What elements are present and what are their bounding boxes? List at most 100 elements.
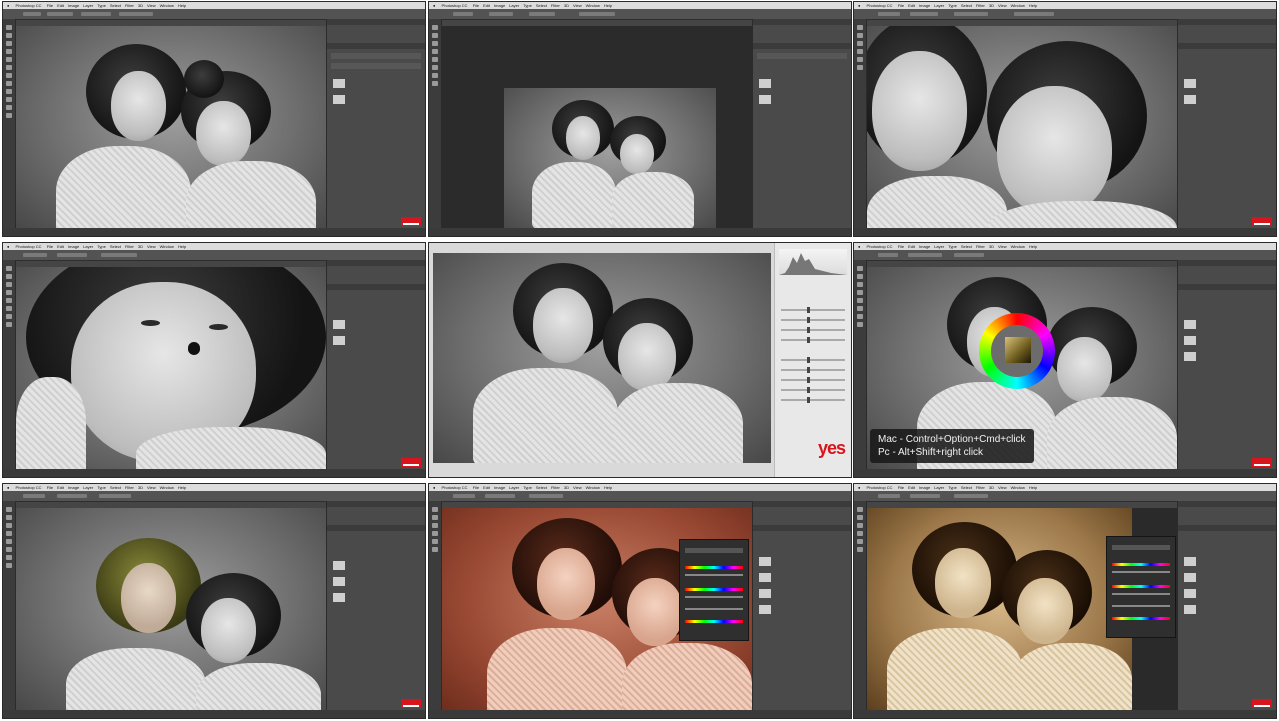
- menu-item-help[interactable]: Help: [602, 485, 614, 490]
- thumbnail-6[interactable]: ● Photoshop CC File Edit Image Layer Type Sel…: [853, 242, 1277, 478]
- menu-item-help[interactable]: Help: [1027, 3, 1039, 8]
- menu-item-image[interactable]: Image: [917, 244, 932, 249]
- menu-item-select[interactable]: Select: [534, 3, 549, 8]
- menu-item-select[interactable]: Select: [534, 485, 549, 490]
- menu-item-type[interactable]: Type: [946, 3, 959, 8]
- thumbnail-2[interactable]: ● Photoshop CC File Edit Image Layer Type Sel…: [428, 1, 852, 237]
- menu-item-file[interactable]: File: [45, 244, 55, 249]
- menu-app-name[interactable]: Photoshop CC: [14, 485, 44, 490]
- menu-item-filter[interactable]: Filter: [123, 485, 136, 490]
- menu-item-window[interactable]: Window: [158, 485, 176, 490]
- menu-item-layer[interactable]: Layer: [81, 3, 95, 8]
- menu-item-3d[interactable]: 3D: [136, 244, 145, 249]
- menu-item-filter[interactable]: Filter: [549, 485, 562, 490]
- thumbnail-4[interactable]: ● Photoshop CC File Edit Image Layer Type Sel…: [2, 242, 426, 478]
- menu-item-layer[interactable]: Layer: [507, 485, 521, 490]
- menu-item-3d[interactable]: 3D: [562, 3, 571, 8]
- menu-item-select[interactable]: Select: [108, 3, 123, 8]
- menu-item-file[interactable]: File: [896, 244, 906, 249]
- thumbnail-7[interactable]: ● Photoshop CC File Edit Image Layer Type Sel…: [2, 483, 426, 719]
- menu-item-file[interactable]: File: [45, 485, 55, 490]
- menu-item-type[interactable]: Type: [521, 3, 534, 8]
- menu-item-window[interactable]: Window: [584, 3, 602, 8]
- menu-item-select[interactable]: Select: [108, 485, 123, 490]
- menu-item-help[interactable]: Help: [1027, 485, 1039, 490]
- menu-item-window[interactable]: Window: [158, 244, 176, 249]
- menu-item-filter[interactable]: Filter: [974, 244, 987, 249]
- menu-item-3d[interactable]: 3D: [987, 244, 996, 249]
- menu-item-image[interactable]: Image: [66, 485, 81, 490]
- menu-item-layer[interactable]: Layer: [932, 3, 946, 8]
- menu-item-help[interactable]: Help: [1027, 244, 1039, 249]
- menu-app-name[interactable]: Photoshop CC: [14, 3, 44, 8]
- menu-app-name[interactable]: Photoshop CC: [440, 3, 470, 8]
- menu-item-help[interactable]: Help: [176, 244, 188, 249]
- thumbnail-9[interactable]: ● Photoshop CC File Edit Image Layer Type Sel…: [853, 483, 1277, 719]
- menu-item-help[interactable]: Help: [176, 485, 188, 490]
- menu-item-edit[interactable]: Edit: [55, 3, 66, 8]
- menu-item-3d[interactable]: 3D: [987, 485, 996, 490]
- menu-item-layer[interactable]: Layer: [81, 485, 95, 490]
- menu-app-name[interactable]: Photoshop CC: [865, 485, 895, 490]
- menu-app-name[interactable]: Photoshop CC: [440, 485, 470, 490]
- menu-item-view[interactable]: View: [996, 3, 1009, 8]
- thumbnail-3[interactable]: ● Photoshop CC File Edit Image Layer Type Sel…: [853, 1, 1277, 237]
- thumbnail-8[interactable]: ● Photoshop CC File Edit Image Layer Type Sel…: [428, 483, 852, 719]
- menu-item-layer[interactable]: Layer: [81, 244, 95, 249]
- menu-item-window[interactable]: Window: [584, 485, 602, 490]
- menu-item-edit[interactable]: Edit: [55, 244, 66, 249]
- menu-item-3d[interactable]: 3D: [136, 485, 145, 490]
- menu-item-file[interactable]: File: [896, 485, 906, 490]
- menu-item-view[interactable]: View: [571, 485, 584, 490]
- canvas-pasteboard[interactable]: [442, 26, 754, 230]
- menu-item-window[interactable]: Window: [1009, 3, 1027, 8]
- thumbnail-1[interactable]: ● Photoshop CC File Edit Image Layer Type Sel…: [2, 1, 426, 237]
- menu-item-view[interactable]: View: [145, 485, 158, 490]
- camera-raw-preview[interactable]: [433, 253, 771, 463]
- menu-item-filter[interactable]: Filter: [974, 3, 987, 8]
- menu-item-view[interactable]: View: [145, 3, 158, 8]
- menu-item-view[interactable]: View: [996, 485, 1009, 490]
- menu-item-window[interactable]: Window: [158, 3, 176, 8]
- menu-item-type[interactable]: Type: [521, 485, 534, 490]
- properties-panel[interactable]: [679, 539, 749, 641]
- menu-item-3d[interactable]: 3D: [987, 3, 996, 8]
- properties-panel[interactable]: [1106, 536, 1176, 638]
- canvas-photo[interactable]: [16, 508, 328, 712]
- menu-item-file[interactable]: File: [896, 3, 906, 8]
- menu-item-view[interactable]: View: [145, 244, 158, 249]
- menu-item-layer[interactable]: Layer: [932, 485, 946, 490]
- menu-app-name[interactable]: Photoshop CC: [865, 3, 895, 8]
- menu-item-image[interactable]: Image: [66, 3, 81, 8]
- menu-item-view[interactable]: View: [996, 244, 1009, 249]
- canvas-closeup[interactable]: [16, 267, 328, 471]
- menu-item-filter[interactable]: Filter: [123, 244, 136, 249]
- color-wheel-icon[interactable]: [979, 313, 1055, 389]
- menu-item-layer[interactable]: Layer: [932, 244, 946, 249]
- canvas-photo[interactable]: [16, 26, 328, 230]
- menu-item-3d[interactable]: 3D: [136, 3, 145, 8]
- menu-item-select[interactable]: Select: [959, 244, 974, 249]
- menu-item-window[interactable]: Window: [1009, 485, 1027, 490]
- canvas-zoomed[interactable]: [867, 26, 1179, 230]
- menu-item-edit[interactable]: Edit: [481, 3, 492, 8]
- menu-app-name[interactable]: Photoshop CC: [14, 244, 44, 249]
- menu-item-type[interactable]: Type: [95, 485, 108, 490]
- menu-item-help[interactable]: Help: [602, 3, 614, 8]
- menu-item-image[interactable]: Image: [492, 485, 507, 490]
- menu-item-type[interactable]: Type: [946, 244, 959, 249]
- menu-item-select[interactable]: Select: [959, 3, 974, 8]
- menu-item-type[interactable]: Type: [946, 485, 959, 490]
- menu-item-view[interactable]: View: [571, 3, 584, 8]
- menu-item-help[interactable]: Help: [176, 3, 188, 8]
- menu-item-select[interactable]: Select: [108, 244, 123, 249]
- menu-item-filter[interactable]: Filter: [123, 3, 136, 8]
- menu-item-edit[interactable]: Edit: [55, 485, 66, 490]
- menu-item-edit[interactable]: Edit: [906, 3, 917, 8]
- menu-item-image[interactable]: Image: [66, 244, 81, 249]
- menu-item-layer[interactable]: Layer: [507, 3, 521, 8]
- menu-item-filter[interactable]: Filter: [974, 485, 987, 490]
- menu-item-type[interactable]: Type: [95, 244, 108, 249]
- menu-item-file[interactable]: File: [471, 485, 481, 490]
- menu-item-type[interactable]: Type: [95, 3, 108, 8]
